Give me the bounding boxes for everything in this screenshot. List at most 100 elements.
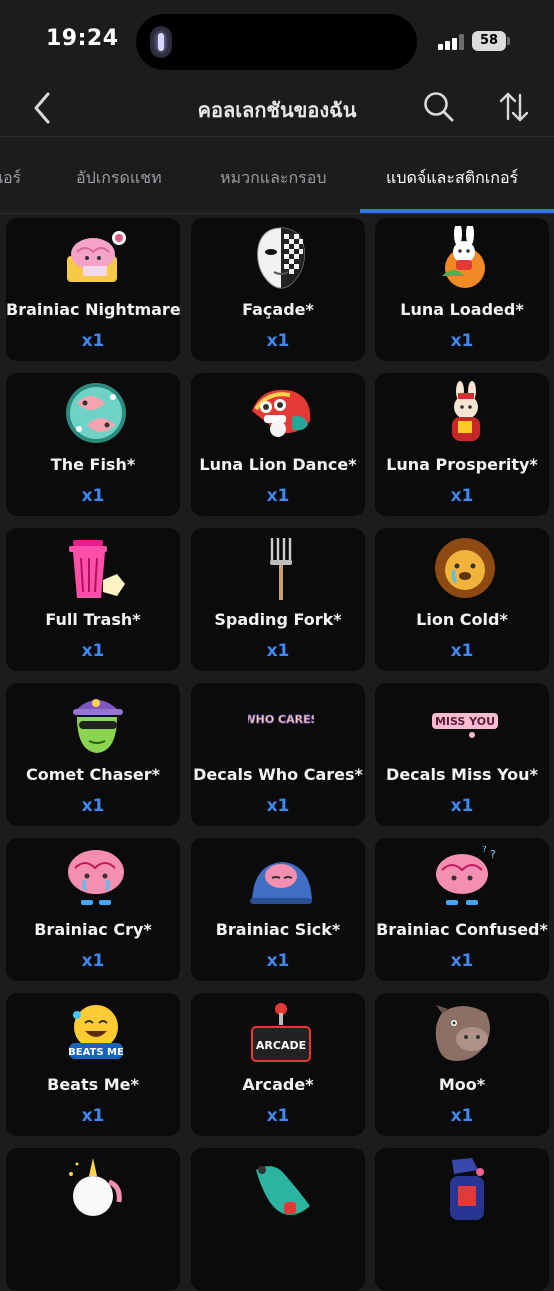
item-name: Full Trash* (45, 610, 141, 629)
brain-confused-icon: ? ? (436, 846, 496, 905)
decal-text: WHO CARES (248, 713, 314, 726)
item-quantity: x1 (266, 331, 290, 351)
item-card[interactable]: Brainiac Nightmare* x1 (6, 218, 180, 361)
item-card[interactable]: Façade* x1 (191, 218, 365, 361)
item-name: Decals Miss You* (386, 765, 538, 784)
item-name: Brainiac Cry* (34, 920, 152, 939)
tab-badges-stickers[interactable]: แบดจ์และสติกเกอร์ (386, 166, 518, 191)
item-quantity: x1 (450, 951, 474, 971)
item-card[interactable]: Spading Fork* x1 (191, 528, 365, 671)
item-card[interactable]: ARCADE Arcade* x1 (191, 993, 365, 1136)
signal-icon (438, 34, 464, 50)
creature-icon (256, 1166, 310, 1215)
item-name: Luna Loaded* (400, 300, 524, 319)
item-name: Lion Cold* (416, 610, 508, 629)
item-card[interactable]: Luna Loaded* x1 (375, 218, 549, 361)
item-name: Luna Prosperity* (386, 455, 538, 474)
figure-icon (450, 1158, 484, 1220)
svg-text:?: ? (482, 846, 487, 855)
item-quantity: x1 (266, 951, 290, 971)
item-card[interactable]: MISS YOU Decals Miss You* x1 (375, 683, 549, 826)
item-quantity: x1 (266, 796, 290, 816)
item-name: Luna Lion Dance* (199, 455, 357, 474)
dynamic-island (136, 14, 417, 70)
tab-chat-upgrades[interactable]: อัปเกรดแชท (76, 166, 162, 191)
fish-icon (66, 383, 126, 443)
who-cares-decal-icon: WHO CARES (248, 713, 314, 727)
item-quantity: x1 (450, 1106, 474, 1126)
item-name: Brainiac Confused* (376, 920, 548, 939)
decal-text: BEATS ME (68, 1047, 124, 1058)
tab-partial[interactable]: นอร์ (0, 166, 21, 191)
item-name: Comet Chaser* (25, 765, 161, 784)
item-name: Moo* (438, 1075, 486, 1094)
item-quantity: x1 (450, 796, 474, 816)
brain-cry-icon (68, 850, 124, 905)
item-quantity: x1 (81, 331, 105, 351)
item-card[interactable]: Full Trash* x1 (6, 528, 180, 671)
fork-icon (270, 538, 292, 600)
lion-dance-icon (252, 389, 311, 437)
item-card[interactable]: Brainiac Cry* x1 (6, 838, 180, 981)
rabbit-prosperity-icon (452, 381, 480, 441)
item-card[interactable]: ? ? Brainiac Confused* x1 (375, 838, 549, 981)
item-name: Arcade* (242, 1075, 314, 1094)
item-card[interactable]: Lion Cold* x1 (375, 528, 549, 671)
svg-text:?: ? (490, 848, 496, 861)
miss-you-decal-icon: MISS YOU (432, 713, 498, 738)
item-card[interactable]: WHO CARES Decals Who Cares* x1 (191, 683, 365, 826)
item-card[interactable]: Moo* x1 (375, 993, 549, 1136)
decal-text: MISS YOU (435, 715, 495, 728)
alien-icon (73, 699, 123, 753)
rabbit-loaded-icon (442, 226, 485, 288)
item-quantity: x1 (266, 486, 290, 506)
item-card[interactable] (6, 1148, 180, 1291)
search-icon (424, 92, 454, 122)
item-quantity: x1 (81, 486, 105, 506)
status-bar: 19:24 58 (0, 0, 554, 82)
tab-hats-frames[interactable]: หมวกและกรอบ (220, 166, 327, 191)
item-card[interactable]: Brainiac Sick* x1 (191, 838, 365, 981)
item-card[interactable]: Luna Prosperity* x1 (375, 373, 549, 516)
unicorn-icon (69, 1158, 122, 1216)
item-quantity: x1 (266, 641, 290, 661)
page-title: คอลเลกชันของฉัน (197, 98, 357, 122)
item-card[interactable]: The Fish* x1 (6, 373, 180, 516)
item-card[interactable] (375, 1148, 549, 1291)
item-name: The Fish* (50, 455, 136, 474)
item-card[interactable]: Comet Chaser* x1 (6, 683, 180, 826)
item-card[interactable]: Luna Lion Dance* x1 (191, 373, 365, 516)
cow-icon (435, 1005, 490, 1061)
flashlight-icon (150, 26, 172, 58)
item-quantity: x1 (81, 1106, 105, 1126)
brain-sick-icon (250, 862, 312, 904)
sort-icon (499, 92, 529, 122)
item-card[interactable] (191, 1148, 365, 1291)
item-quantity: x1 (450, 641, 474, 661)
item-quantity: x1 (81, 796, 105, 816)
arcade-icon: ARCADE (251, 1003, 311, 1062)
item-quantity: x1 (81, 641, 105, 661)
item-quantity: x1 (450, 331, 474, 351)
trash-icon (69, 540, 125, 598)
item-name: Decals Who Cares* (193, 765, 363, 784)
lion-cold-icon (435, 538, 495, 598)
brain-nightmare-icon (67, 231, 126, 282)
item-name: Brainiac Sick* (215, 920, 341, 939)
category-tabs: นอร์ อัปเกรดแชท หมวกและกรอบ แบดจ์และสติก… (0, 152, 554, 214)
item-quantity: x1 (81, 951, 105, 971)
beats-me-emoji-icon: BEATS ME (68, 1005, 124, 1059)
item-name: Façade* (242, 300, 314, 319)
status-time: 19:24 (46, 26, 119, 51)
item-quantity: x1 (266, 1106, 290, 1126)
sort-button[interactable] (497, 90, 531, 124)
search-button[interactable] (422, 90, 456, 124)
mask-icon (257, 227, 305, 289)
item-name: Brainiac Nightmare* (6, 300, 180, 319)
item-card[interactable]: BEATS ME Beats Me* x1 (6, 993, 180, 1136)
item-name: Beats Me* (47, 1075, 139, 1094)
item-quantity: x1 (450, 486, 474, 506)
battery-icon: 58 (472, 31, 510, 51)
nav-bar: คอลเลกชันของฉัน (0, 82, 554, 137)
item-name: Spading Fork* (214, 610, 342, 629)
